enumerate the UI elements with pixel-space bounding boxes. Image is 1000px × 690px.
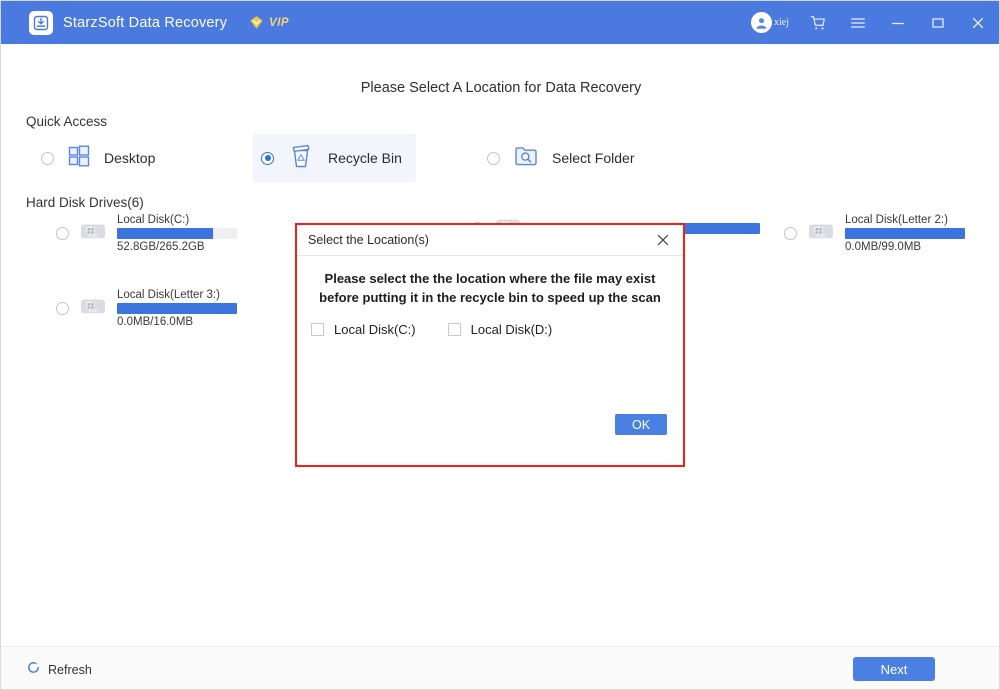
ssd-drive-icon: SSD: [78, 219, 108, 248]
refresh-label: Refresh: [48, 663, 92, 677]
drive-info: Local Disk(C:) 52.8GB/265.2GB: [117, 214, 237, 253]
radio-drive-local-disk-letter-2[interactable]: [784, 227, 797, 240]
drive-name: Local Disk(Letter 2:): [845, 214, 948, 226]
refresh-button[interactable]: Refresh: [26, 660, 92, 680]
drive-usage-bar: [117, 228, 237, 239]
folder-search-icon: [512, 142, 540, 175]
brand: StarzSoft Data Recovery: [29, 10, 228, 35]
download-box-icon: [29, 10, 53, 35]
radio-recycle-bin[interactable]: [261, 151, 274, 165]
title-bar: StarzSoft Data Recovery VIP xiej: [1, 1, 999, 44]
checkbox-item-local-disk-d[interactable]: Local Disk(D:): [447, 321, 553, 337]
select-location-dialog: Select the Location(s) Please select the…: [295, 223, 685, 467]
drive-item-local-disk-letter-2[interactable]: SSD Local Disk(Letter 2:) 0.0MB/99.0MB: [784, 214, 965, 253]
ssd-drive-icon: SSD: [806, 219, 836, 248]
page-title: Please Select A Location for Data Recove…: [360, 80, 642, 96]
quick-access-item-desktop[interactable]: Desktop: [33, 134, 169, 182]
dialog-message: Please select the the location where the…: [319, 271, 661, 305]
quick-access-label: Quick Access: [26, 114, 108, 129]
footer-bar: Refresh Next: [1, 646, 999, 689]
quick-access-label-recycle-bin: Recycle Bin: [328, 150, 402, 166]
hamburger-menu-icon[interactable]: [847, 12, 869, 34]
app-title: StarzSoft Data Recovery: [63, 14, 228, 31]
radio-drive-local-disk-letter-3[interactable]: [56, 302, 69, 315]
close-icon[interactable]: [967, 12, 989, 34]
checkbox-local-disk-d[interactable]: [447, 322, 461, 336]
drive-usage-text: 52.8GB/265.2GB: [117, 241, 205, 253]
drive-usage-text: 0.0MB/99.0MB: [845, 241, 922, 253]
radio-desktop[interactable]: [41, 151, 54, 165]
radio-drive-local-disk-c[interactable]: [56, 227, 69, 240]
application-window: StarzSoft Data Recovery VIP xiej Please …: [0, 0, 1000, 690]
quick-access-item-recycle-bin[interactable]: Recycle Bin: [253, 134, 416, 182]
window-controls: xiej: [751, 12, 989, 34]
drive-name: Local Disk(Letter 3:): [117, 289, 220, 301]
hard-disk-drives-label: Hard Disk Drives(6): [26, 195, 144, 210]
ssd-drive-icon: SSD: [78, 294, 108, 323]
drive-usage-text: 0.0MB/16.0MB: [117, 316, 194, 328]
drive-name: Local Disk(C:): [117, 214, 190, 226]
drive-info: Local Disk(Letter 3:) 0.0MB/16.0MB: [117, 289, 237, 328]
user-avatar-icon: [751, 12, 772, 33]
drive-item-local-disk-c[interactable]: SSD Local Disk(C:) 52.8GB/265.2GB: [56, 214, 237, 253]
radio-select-folder[interactable]: [487, 151, 500, 165]
svg-text:SSD: SSD: [88, 308, 98, 313]
account-button[interactable]: xiej: [751, 12, 789, 33]
account-name: xiej: [774, 17, 789, 28]
dialog-close-icon[interactable]: [653, 230, 673, 250]
checkbox-label-local-disk-d: Local Disk(D:): [470, 321, 553, 337]
minimize-icon[interactable]: [887, 12, 909, 34]
dialog-title-bar: Select the Location(s): [297, 225, 683, 256]
checkbox-local-disk-c[interactable]: [311, 322, 324, 336]
drive-usage-bar: [117, 303, 237, 314]
vip-badge[interactable]: VIP: [249, 15, 289, 30]
windows-logo-icon: [66, 143, 92, 174]
drive-usage-bar: [845, 228, 965, 239]
recycle-bin-icon: [286, 141, 316, 176]
quick-access-item-select-folder[interactable]: Select Folder: [479, 134, 648, 182]
quick-access-label-desktop: Desktop: [104, 150, 156, 166]
quick-access-row: Desktop Recycle Bin Select Folder: [1, 134, 999, 182]
refresh-icon: [26, 660, 41, 680]
dialog-ok-button[interactable]: OK: [615, 414, 667, 435]
checkbox-label-local-disk-c: Local Disk(C:): [334, 321, 416, 337]
next-button[interactable]: Next: [853, 657, 935, 681]
drive-info: Local Disk(Letter 2:) 0.0MB/99.0MB: [845, 214, 965, 253]
vip-label: VIP: [269, 16, 289, 29]
dialog-checkbox-group: Local Disk(C:) Local Disk(D:): [311, 322, 683, 337]
shopping-cart-icon[interactable]: [807, 12, 829, 34]
drive-item-local-disk-letter-3[interactable]: SSD Local Disk(Letter 3:) 0.0MB/16.0MB: [56, 289, 237, 328]
svg-text:SSD: SSD: [88, 233, 98, 238]
vip-diamond-icon: [250, 16, 263, 29]
svg-text:SSD: SSD: [816, 233, 826, 238]
checkbox-item-local-disk-c[interactable]: Local Disk(C:): [311, 322, 416, 337]
dialog-title: Select the Location(s): [308, 233, 429, 247]
maximize-icon[interactable]: [927, 12, 949, 34]
quick-access-label-select-folder: Select Folder: [552, 150, 635, 166]
